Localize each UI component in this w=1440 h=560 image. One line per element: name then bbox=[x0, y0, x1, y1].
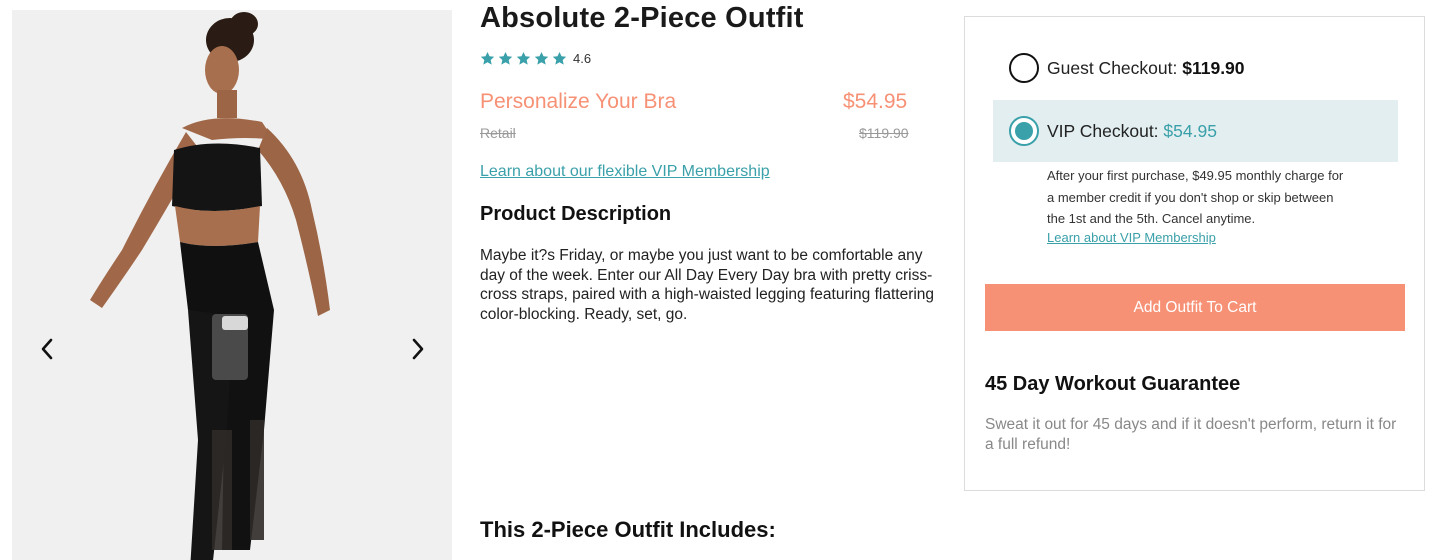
guarantee-body: Sweat it out for 45 days and if it doesn… bbox=[985, 416, 1397, 453]
add-outfit-to-cart-button[interactable]: Add Outfit To Cart bbox=[985, 284, 1405, 331]
star-icon bbox=[516, 51, 531, 66]
checkout-panel: Guest Checkout: $119.90 VIP Checkout: $5… bbox=[964, 16, 1425, 491]
star-icon bbox=[552, 51, 567, 66]
product-title: Absolute 2-Piece Outfit bbox=[480, 2, 804, 34]
star-icon bbox=[498, 51, 513, 66]
vip-membership-link[interactable]: Learn about our flexible VIP Membership bbox=[480, 163, 770, 181]
vip-checkout-radio[interactable] bbox=[1009, 116, 1039, 146]
product-photo bbox=[12, 10, 452, 560]
learn-vip-membership-link[interactable]: Learn about VIP Membership bbox=[1047, 230, 1216, 245]
rating-value: 4.6 bbox=[573, 51, 592, 66]
guest-checkout-text: Guest Checkout: bbox=[1047, 57, 1178, 78]
vip-checkout-text: VIP Checkout: bbox=[1047, 120, 1159, 141]
retail-price: $119.90 bbox=[859, 125, 909, 141]
vip-checkout-price: $54.95 bbox=[1163, 120, 1217, 141]
product-rating[interactable]: 4.6 bbox=[480, 51, 591, 66]
vip-checkout-label: VIP Checkout: $54.95 bbox=[1047, 121, 1217, 142]
guest-checkout-option[interactable]: Guest Checkout: $119.90 bbox=[1009, 53, 1245, 83]
guest-checkout-radio[interactable] bbox=[1009, 53, 1039, 83]
product-description-heading: Product Description bbox=[480, 203, 672, 225]
star-icon bbox=[534, 51, 549, 66]
gallery-next-button[interactable] bbox=[403, 336, 433, 366]
gallery-prev-button[interactable] bbox=[32, 336, 62, 366]
chevron-right-icon bbox=[411, 338, 425, 365]
product-description: Maybe it?s Friday, or maybe you just wan… bbox=[480, 247, 935, 323]
outfit-includes-heading: This 2-Piece Outfit Includes: bbox=[480, 517, 776, 542]
guarantee-title: 45 Day Workout Guarantee bbox=[985, 373, 1241, 395]
product-image-gallery bbox=[12, 10, 452, 560]
vip-checkout-option[interactable]: VIP Checkout: $54.95 bbox=[993, 100, 1398, 162]
guest-checkout-label: Guest Checkout: $119.90 bbox=[1047, 58, 1245, 79]
vip-price: $54.95 bbox=[843, 90, 908, 113]
star-icon bbox=[480, 51, 495, 66]
retail-label: Retail bbox=[480, 125, 516, 141]
vip-terms-note: After your first purchase, $49.95 monthl… bbox=[1047, 168, 1344, 226]
guest-checkout-price: $119.90 bbox=[1182, 57, 1245, 78]
personalize-bra-label: Personalize Your Bra bbox=[480, 90, 677, 113]
chevron-left-icon bbox=[40, 338, 54, 365]
